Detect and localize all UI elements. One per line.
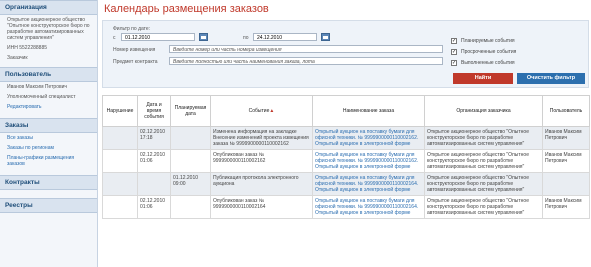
cell-violation [102, 195, 138, 219]
sidebar-item-orders-by-region[interactable]: Заказы по регионам [0, 143, 97, 153]
date-from-input[interactable]: 01.12.2010 [121, 33, 195, 41]
overdue-events-checkbox[interactable]: ✓ [451, 49, 457, 55]
table-row[interactable]: 02.12.2010 01:06 Опубликован заказ № 999… [102, 195, 590, 219]
calendar-icon[interactable] [321, 33, 330, 41]
cell-planned [170, 126, 211, 150]
events-table: Нарушение Дата и время события Планируем… [102, 95, 590, 219]
cell-org: Открытое акционерное общество "Опытное к… [424, 195, 543, 219]
sidebar-registries-header[interactable]: Реестры [0, 198, 97, 213]
calendar-icon[interactable] [199, 33, 208, 41]
cell-violation [102, 172, 138, 196]
order-link[interactable]: Открытый аукцион на поставку бумаги для … [315, 152, 418, 170]
cell-order[interactable]: Открытый аукцион на поставку бумаги для … [312, 126, 425, 150]
notice-number-label: Номер извещения [113, 47, 156, 53]
date-from-label: с [113, 35, 116, 41]
page-title: Календарь размещения заказов [104, 3, 269, 15]
cell-planned: 01.12.2010 09:00 [170, 172, 211, 196]
sidebar-item-schedule-plans[interactable]: Планы-графики размещения заказов [0, 153, 97, 169]
reset-filter-button[interactable]: Очистить фильтр [517, 73, 585, 84]
contract-subject-input[interactable]: Введите полностью или часть наименования… [169, 57, 443, 65]
cell-org: Открытое акционерное общество "Опытное к… [424, 126, 543, 150]
completed-events-label: Выполненные события [461, 60, 515, 66]
cell-event: Опубликован заказ № 9999900000110002162 [210, 149, 313, 173]
cell-event: Публикация протокола электронного аукцио… [210, 172, 313, 196]
org-role: Заказчик [7, 55, 28, 61]
col-violation[interactable]: Нарушение [102, 95, 138, 127]
user-role: Уполномоченный специалист [7, 94, 76, 100]
org-name: Открытое акционерное общество "Опытное к… [7, 17, 90, 41]
date-to-label: по [243, 35, 249, 41]
table-row[interactable]: 02.12.2010 01:06 Опубликован заказ № 999… [102, 149, 590, 173]
cell-planned [170, 149, 211, 173]
cell-user: Иванов Максим Петрович [542, 149, 590, 173]
sidebar-user-header[interactable]: Пользователь [0, 67, 97, 82]
org-inn: ИНН 5522288885 [7, 45, 48, 51]
notice-number-input[interactable]: Введите номер или часть номера извещения [169, 45, 443, 53]
sidebar-org-header[interactable]: Организация [0, 0, 97, 15]
cell-event: Опубликован заказ № 9999900000110002164 [210, 195, 313, 219]
col-order-name[interactable]: Наименование заказа [312, 95, 425, 127]
col-customer-org[interactable]: Организация заказчика [424, 95, 543, 127]
sidebar-item-all-orders[interactable]: Все заказы [0, 133, 97, 143]
overdue-events-label: Просроченные события [461, 49, 517, 55]
date-to-input[interactable]: 24.12.2010 [253, 33, 317, 41]
col-event[interactable]: Событие▲ [210, 95, 313, 127]
cell-datetime: 02.12.2010 17:18 [137, 126, 171, 150]
planned-events-checkbox[interactable]: ✓ [451, 38, 457, 44]
col-event-label: Событие [248, 108, 270, 114]
order-link[interactable]: Открытый аукцион на поставку бумаги для … [315, 198, 418, 216]
sidebar-contracts-header[interactable]: Контракты [0, 175, 97, 190]
cell-planned [170, 195, 211, 219]
cell-user [542, 172, 590, 196]
cell-datetime: 02.12.2010 01:06 [137, 195, 171, 219]
sort-asc-icon: ▲ [269, 108, 275, 114]
table-row[interactable]: 02.12.2010 17:18 Изменена информация на … [102, 126, 590, 150]
table-header-row: Нарушение Дата и время события Планируем… [102, 95, 590, 127]
col-planned-date[interactable]: Планируемая дата [170, 95, 211, 127]
cell-datetime [137, 172, 171, 196]
cell-violation [102, 126, 138, 150]
cell-datetime: 02.12.2010 01:06 [137, 149, 171, 173]
planned-events-label: Планируемые события [461, 38, 515, 44]
cell-event: Изменена информация на закладке Внесение… [210, 126, 313, 150]
cell-order[interactable]: Открытый аукцион на поставку бумаги для … [312, 172, 425, 196]
table-row[interactable]: 01.12.2010 09:00 Публикация протокола эл… [102, 172, 590, 196]
date-filter-label: Фильтр по дате: [113, 26, 151, 32]
contract-subject-label: Предмет контракта [113, 59, 158, 65]
cell-user: Иванов Максим Петрович [542, 195, 590, 219]
col-event-datetime[interactable]: Дата и время события [137, 95, 171, 127]
main-content: Календарь размещения заказов Фильтр по д… [100, 0, 591, 267]
cell-violation [102, 149, 138, 173]
filter-panel: Фильтр по дате: с 01.12.2010 по 24.12.20… [102, 20, 589, 88]
order-link[interactable]: Открытый аукцион на поставку бумаги для … [315, 129, 418, 147]
cell-org: Открытое акционерное общество "Опытное к… [424, 172, 543, 196]
user-name: Иванов Максим Петрович [7, 84, 68, 90]
edit-profile-link[interactable]: Редактировать [0, 102, 97, 112]
sidebar-orders-header[interactable]: Заказы [0, 118, 97, 133]
cell-user: Иванов Максим Петрович [542, 126, 590, 150]
cell-org: Открытое акционерное общество "Опытное к… [424, 149, 543, 173]
cell-order[interactable]: Открытый аукцион на поставку бумаги для … [312, 149, 425, 173]
order-link[interactable]: Открытый аукцион на поставку бумаги для … [315, 175, 418, 193]
completed-events-checkbox[interactable]: ✓ [451, 60, 457, 66]
col-user[interactable]: Пользователь [542, 95, 590, 127]
cell-order[interactable]: Открытый аукцион на поставку бумаги для … [312, 195, 425, 219]
sidebar: Организация Открытое акционерное обществ… [0, 0, 98, 267]
find-button[interactable]: Найти [453, 73, 513, 84]
